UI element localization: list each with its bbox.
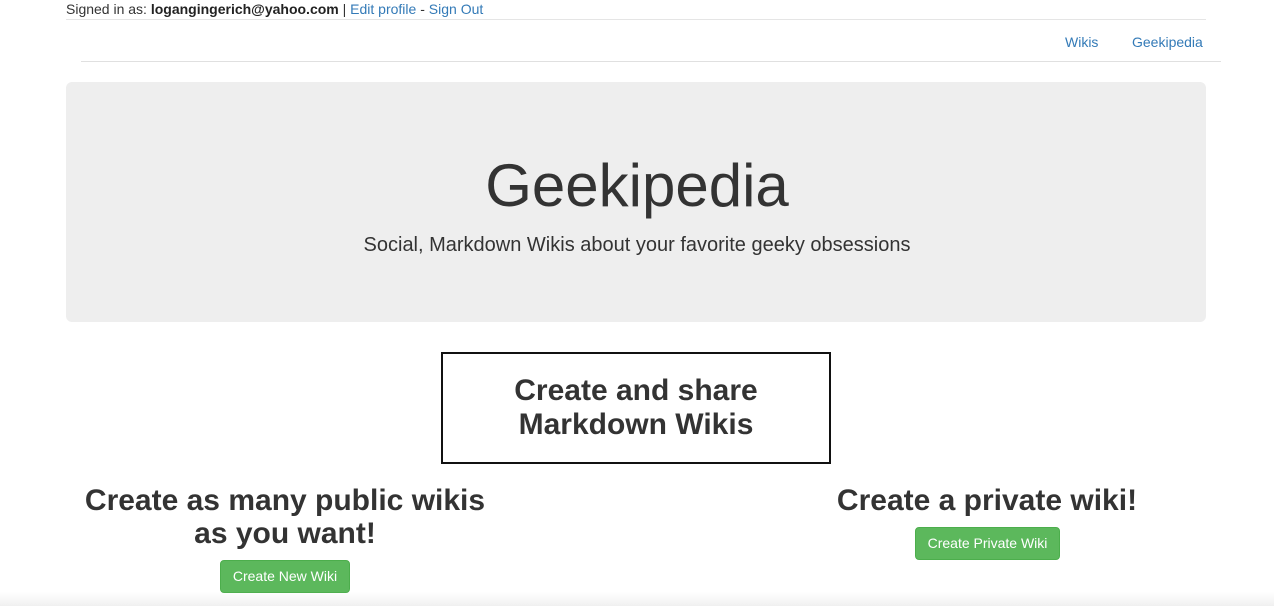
top-divider [66,19,1206,20]
nav-divider [81,61,1221,62]
bottom-fade [0,592,1274,606]
separator-dash: - [416,1,429,17]
nav-brand-link[interactable]: Geekipedia [1132,34,1203,50]
private-wiki-heading: Create a private wiki! [836,484,1138,517]
signed-in-label: Signed in as: [66,1,151,17]
sign-out-link[interactable]: Sign Out [429,1,483,17]
nav-wikis-link[interactable]: Wikis [1065,34,1098,50]
separator-pipe: | [338,1,351,17]
user-email: logangingerich@yahoo.com [150,1,339,17]
feature-title: Create and share Markdown Wikis [514,374,758,441]
edit-profile-link[interactable]: Edit profile [350,1,416,17]
feature-box: Create and share Markdown Wikis [441,352,831,464]
create-new-wiki-button[interactable]: Create New Wiki [220,560,350,593]
public-wikis-heading: Create as many public wikis as you want! [84,484,486,550]
create-private-wiki-button[interactable]: Create Private Wiki [915,527,1060,560]
nav-item-wikis: Wikis [1065,32,1098,52]
signed-in-bar: Signed in as: logangingerich@yahoo.com |… [66,0,483,18]
page-subtitle: Social, Markdown Wikis about your favori… [363,234,911,256]
page-title: Geekipedia [485,152,789,219]
nav-item-brand: Geekipedia [1132,32,1203,52]
